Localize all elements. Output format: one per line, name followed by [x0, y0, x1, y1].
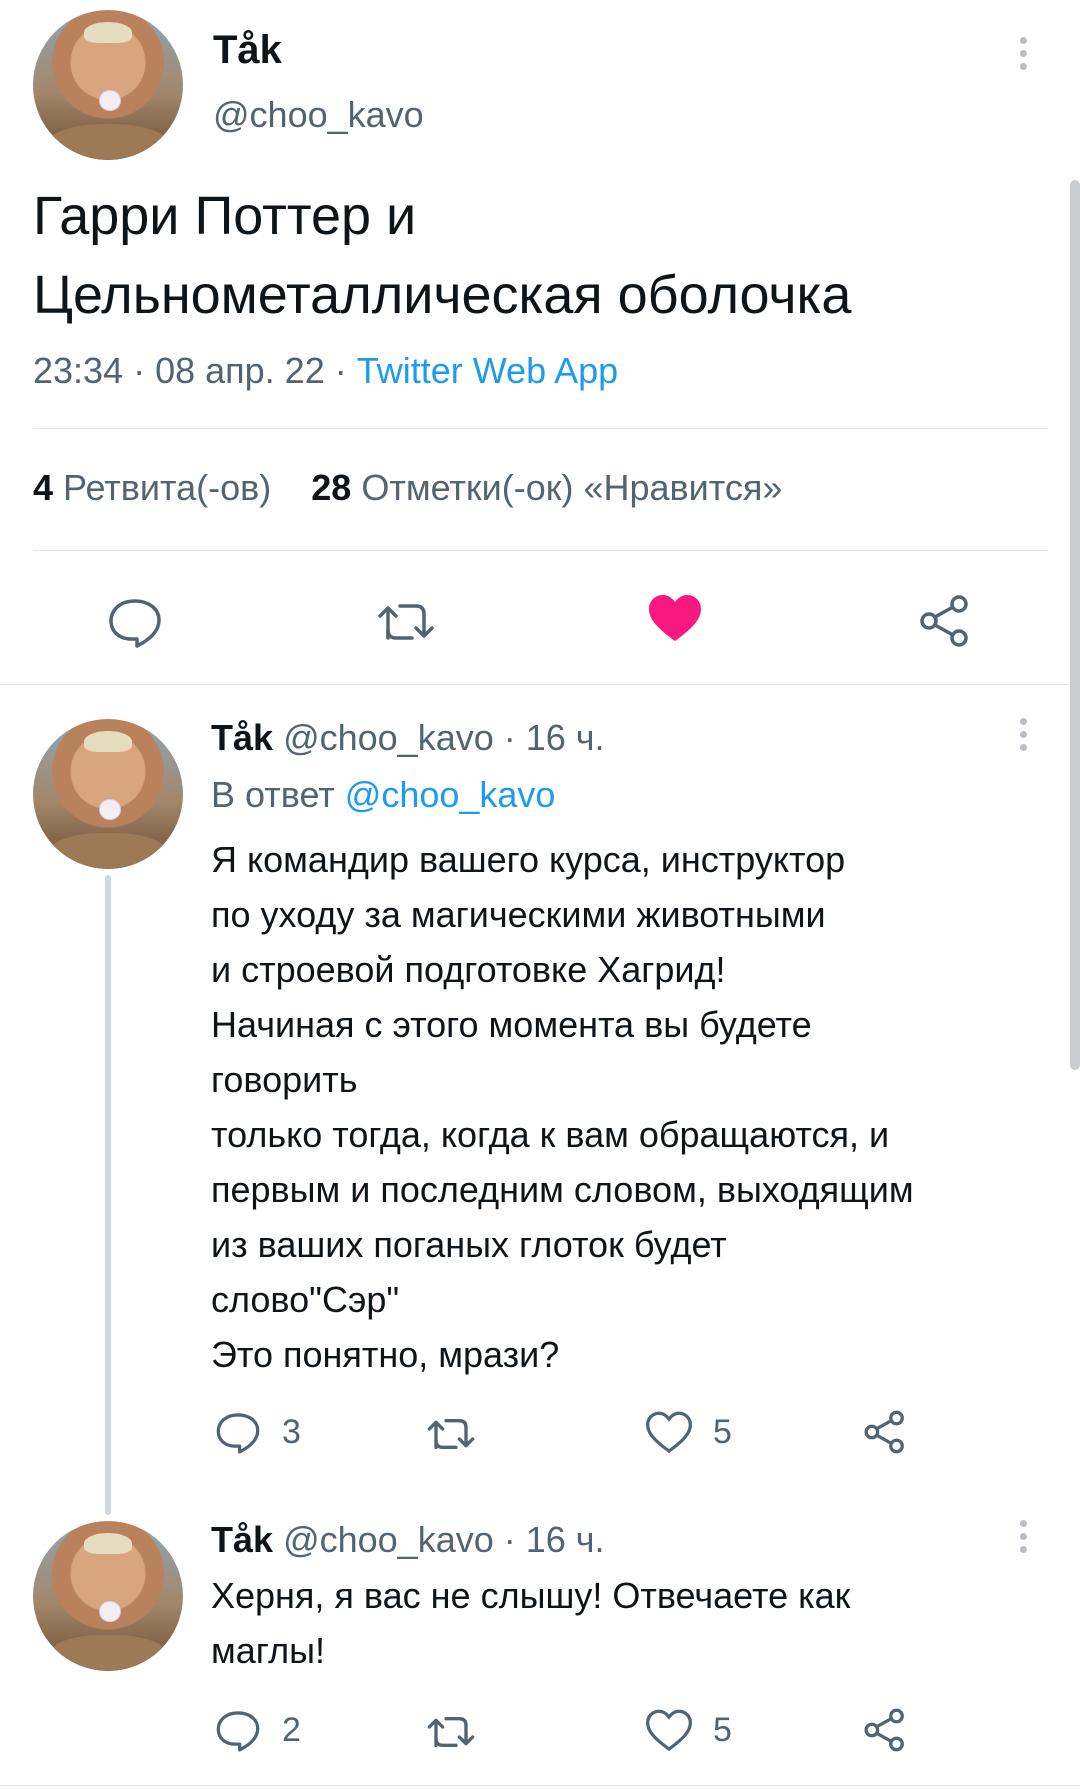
section-divider	[0, 1785, 1080, 1786]
reply-icon[interactable]	[215, 1709, 261, 1753]
handle[interactable]: @choo_kavo	[213, 94, 424, 136]
retweet-icon[interactable]	[426, 1712, 476, 1752]
reply-icon[interactable]	[107, 597, 163, 649]
tweet-text-line-1: Гарри Поттер и	[33, 186, 417, 246]
more-icon[interactable]	[1020, 718, 1028, 757]
section-divider	[0, 684, 1080, 685]
retweets-stat[interactable]: 4 Ретвита(-ов)	[33, 467, 271, 508]
reply-to-handle[interactable]: @choo_kavo	[345, 774, 556, 815]
like-count: 5	[713, 1711, 732, 1749]
retweets-count: 4	[33, 467, 54, 508]
share-icon[interactable]	[917, 593, 973, 649]
display-name[interactable]: Tåk	[211, 1519, 273, 1560]
reply-text: Херня, я вас не слышу! Отвечаете как маг…	[211, 1575, 851, 1671]
likes-stat[interactable]: 28 Отметки(-ок) «Нравится»	[311, 467, 782, 508]
more-icon[interactable]	[1020, 37, 1028, 76]
scrollbar[interactable]	[1070, 180, 1080, 1070]
reply-count: 2	[282, 1711, 301, 1749]
avatar[interactable]	[33, 1521, 183, 1671]
retweet-icon[interactable]	[426, 1414, 476, 1454]
reply-context: В ответ @choo_kavo	[211, 774, 555, 816]
share-icon[interactable]	[862, 1409, 908, 1455]
reply-text: Я командир вашего курса, инструктор по у…	[211, 839, 914, 1375]
source-link[interactable]: Twitter Web App	[357, 350, 618, 391]
thread-line	[105, 875, 111, 1515]
retweet-icon[interactable]	[376, 598, 436, 646]
like-icon[interactable]	[646, 1709, 692, 1753]
reply-header: Tåk @choo_kavo · 16 ч.	[211, 717, 605, 759]
display-name[interactable]: Tåk	[213, 28, 282, 73]
share-icon[interactable]	[862, 1707, 908, 1753]
likes-count: 28	[311, 467, 352, 508]
tweet-timestamp: 23:34 · 08 апр. 22 · Twitter Web App	[33, 350, 618, 392]
handle-time[interactable]: @choo_kavo · 16 ч.	[283, 1519, 604, 1560]
reply-header: Tåk @choo_kavo · 16 ч.	[211, 1519, 605, 1561]
reply-to-prefix: В ответ	[211, 774, 345, 815]
avatar[interactable]	[33, 10, 183, 160]
display-name[interactable]: Tåk	[211, 717, 273, 758]
avatar[interactable]	[33, 719, 183, 869]
reply-count: 3	[282, 1413, 301, 1451]
tweet-text-line-2: Цельнометаллическая оболочка	[33, 265, 852, 325]
like-icon[interactable]	[646, 1411, 692, 1455]
retweets-label: Ретвита(-ов)	[63, 467, 272, 508]
more-icon[interactable]	[1020, 1520, 1028, 1559]
engagement-stats: 4 Ретвита(-ов) 28 Отметки(-ок) «Нравится…	[33, 467, 782, 509]
divider	[33, 428, 1048, 429]
divider	[33, 550, 1048, 551]
like-count: 5	[713, 1413, 732, 1451]
handle-time[interactable]: @choo_kavo · 16 ч.	[283, 717, 604, 758]
likes-label: Отметки(-ок) «Нравится»	[361, 467, 783, 508]
timestamp[interactable]: 23:34 · 08 апр. 22 ·	[33, 350, 357, 391]
heart-icon[interactable]	[647, 593, 703, 645]
reply-icon[interactable]	[215, 1411, 261, 1455]
